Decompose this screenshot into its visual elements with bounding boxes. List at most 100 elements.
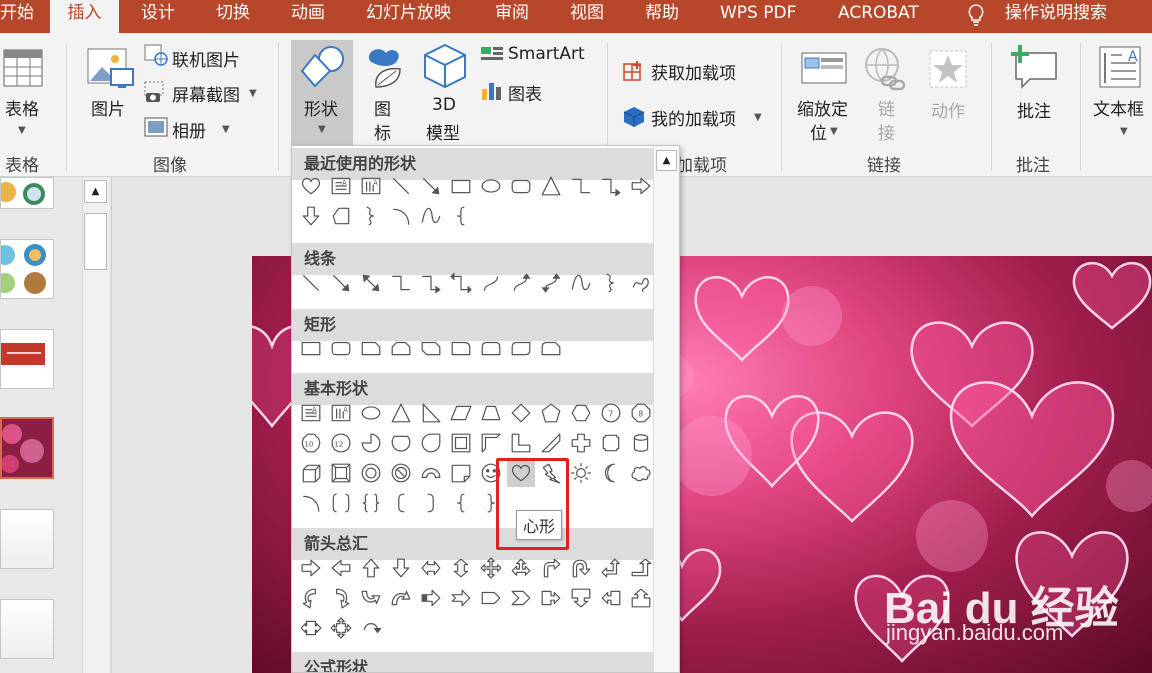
- zoom-button-line1[interactable]: 缩放定: [797, 95, 848, 120]
- chart-button[interactable]: 图表: [508, 80, 542, 105]
- slide-thumbnail[interactable]: [0, 599, 54, 659]
- shape-freeform[interactable]: [597, 269, 625, 297]
- tab-insert[interactable]: 插入: [50, 0, 119, 33]
- shape-quadcallout[interactable]: [327, 614, 355, 642]
- zoom-button-line2[interactable]: 位: [810, 119, 827, 144]
- shape-arc[interactable]: [297, 489, 325, 517]
- 3d-model-button-line2[interactable]: 模型: [426, 119, 460, 144]
- shape-rect[interactable]: [447, 172, 475, 200]
- shape-arrowline[interactable]: [417, 172, 445, 200]
- tab-review[interactable]: 审阅: [495, 0, 529, 33]
- shape-rect[interactable]: [297, 334, 325, 362]
- shape-elbow[interactable]: [387, 269, 415, 297]
- shape-snipr[interactable]: [417, 334, 445, 362]
- get-addins-button[interactable]: 获取加载项: [651, 59, 736, 84]
- shape-arrowline[interactable]: [327, 269, 355, 297]
- shape-decagon[interactable]: 10: [297, 429, 325, 457]
- shape-can[interactable]: [627, 429, 653, 457]
- shape-bracepair[interactable]: [357, 489, 385, 517]
- shape-roundsame[interactable]: [477, 334, 505, 362]
- shape-curvedup[interactable]: [357, 584, 385, 612]
- shape-scribble[interactable]: [627, 269, 653, 297]
- action-button[interactable]: 动作: [931, 97, 965, 122]
- shape-bentarrow[interactable]: [537, 554, 565, 582]
- shape-curveddown[interactable]: [387, 584, 415, 612]
- shape-teardrop[interactable]: [417, 429, 445, 457]
- shape-curvedleft[interactable]: [327, 584, 355, 612]
- shape-diamond[interactable]: [507, 399, 535, 427]
- shape-hexagon[interactable]: [567, 399, 595, 427]
- shape-curvedconn[interactable]: [477, 269, 505, 297]
- shape-elbowdbl[interactable]: [447, 269, 475, 297]
- shape-textbox[interactable]: A: [327, 172, 355, 200]
- shape-rtriangle[interactable]: [417, 399, 445, 427]
- shape-elbowarrow[interactable]: [417, 269, 445, 297]
- shape-dodecagon[interactable]: 12: [327, 429, 355, 457]
- shape-rightarrow[interactable]: [627, 172, 653, 200]
- link-button-line2[interactable]: 接: [878, 119, 895, 144]
- shape-pentagonarrow[interactable]: [477, 584, 505, 612]
- shape-lbrace[interactable]: [447, 202, 475, 230]
- shape-curve[interactable]: [567, 269, 595, 297]
- shape-chord[interactable]: [387, 429, 415, 457]
- tab-transition[interactable]: 切换: [216, 0, 250, 33]
- slide-thumbnail[interactable]: [0, 177, 54, 209]
- picture-button[interactable]: 图片: [91, 95, 125, 120]
- shape-stripedright[interactable]: [417, 584, 445, 612]
- shape-lrup[interactable]: [507, 554, 535, 582]
- shape-bentup[interactable]: [627, 554, 653, 582]
- tab-wps-pdf[interactable]: WPS PDF: [720, 0, 796, 33]
- shape-curvedright[interactable]: [297, 584, 325, 612]
- shapes-gallery-scrollbar[interactable]: ▲: [653, 146, 679, 672]
- shape-rbracket[interactable]: [417, 489, 445, 517]
- shape-trapezoid[interactable]: [477, 399, 505, 427]
- my-addins-button[interactable]: 我的加载项: [651, 105, 736, 130]
- shape-frame[interactable]: [447, 429, 475, 457]
- shape-downarrow[interactable]: [387, 554, 415, 582]
- shape-udarrow[interactable]: [447, 554, 475, 582]
- shape-lshape[interactable]: [507, 429, 535, 457]
- link-button-line1[interactable]: 链: [878, 95, 895, 120]
- shape-downarrow[interactable]: [297, 202, 325, 230]
- shape-heptagon[interactable]: 7: [597, 399, 625, 427]
- shape-line[interactable]: [387, 172, 415, 200]
- shape-snip1[interactable]: [357, 334, 385, 362]
- shape-leftcallout[interactable]: [597, 584, 625, 612]
- shape-moon[interactable]: [597, 459, 625, 487]
- shape-rounddiag[interactable]: [507, 334, 535, 362]
- shape-sun[interactable]: [567, 459, 595, 487]
- shape-rightarrow[interactable]: [297, 554, 325, 582]
- shape-curvedarrowconn[interactable]: [507, 269, 535, 297]
- online-picture-button[interactable]: 联机图片: [172, 46, 240, 71]
- shape-dblcurvedconn[interactable]: [537, 269, 565, 297]
- tab-animation[interactable]: 动画: [291, 0, 325, 33]
- tab-help[interactable]: 帮助: [645, 0, 679, 33]
- shape-pentagonr[interactable]: [537, 399, 565, 427]
- smartart-button[interactable]: SmartArt: [508, 44, 585, 64]
- shape-ellipse[interactable]: [477, 172, 505, 200]
- tab-slideshow[interactable]: 幻灯片放映: [366, 0, 451, 33]
- scroll-up-arrow-icon[interactable]: ▲: [84, 180, 107, 203]
- shape-nosymbol[interactable]: [387, 459, 415, 487]
- shape-pie[interactable]: [357, 429, 385, 457]
- shape-upcallout[interactable]: [627, 584, 653, 612]
- shape-uparrow[interactable]: [357, 554, 385, 582]
- shape-snip2[interactable]: [387, 334, 415, 362]
- shape-chevron[interactable]: [507, 584, 535, 612]
- shape-blockarc[interactable]: [417, 459, 445, 487]
- album-button[interactable]: 相册: [172, 117, 206, 142]
- slide-thumbnail-selected[interactable]: [0, 417, 54, 479]
- shape-notchedright[interactable]: [447, 584, 475, 612]
- slide-thumbnail[interactable]: [0, 509, 54, 569]
- shape-halfframe[interactable]: [477, 429, 505, 457]
- shape-cloud[interactable]: [627, 459, 653, 487]
- shape-arc[interactable]: [387, 202, 415, 230]
- shape-elbow[interactable]: [567, 172, 595, 200]
- shapes-button[interactable]: 形状 ▼: [291, 40, 353, 145]
- shape-bevel[interactable]: [327, 459, 355, 487]
- shape-foldedcorner[interactable]: [447, 459, 475, 487]
- shape-roundrect[interactable]: [507, 172, 535, 200]
- shape-freeform[interactable]: [357, 202, 385, 230]
- shape-lbracket[interactable]: [387, 489, 415, 517]
- shape-plus[interactable]: [567, 429, 595, 457]
